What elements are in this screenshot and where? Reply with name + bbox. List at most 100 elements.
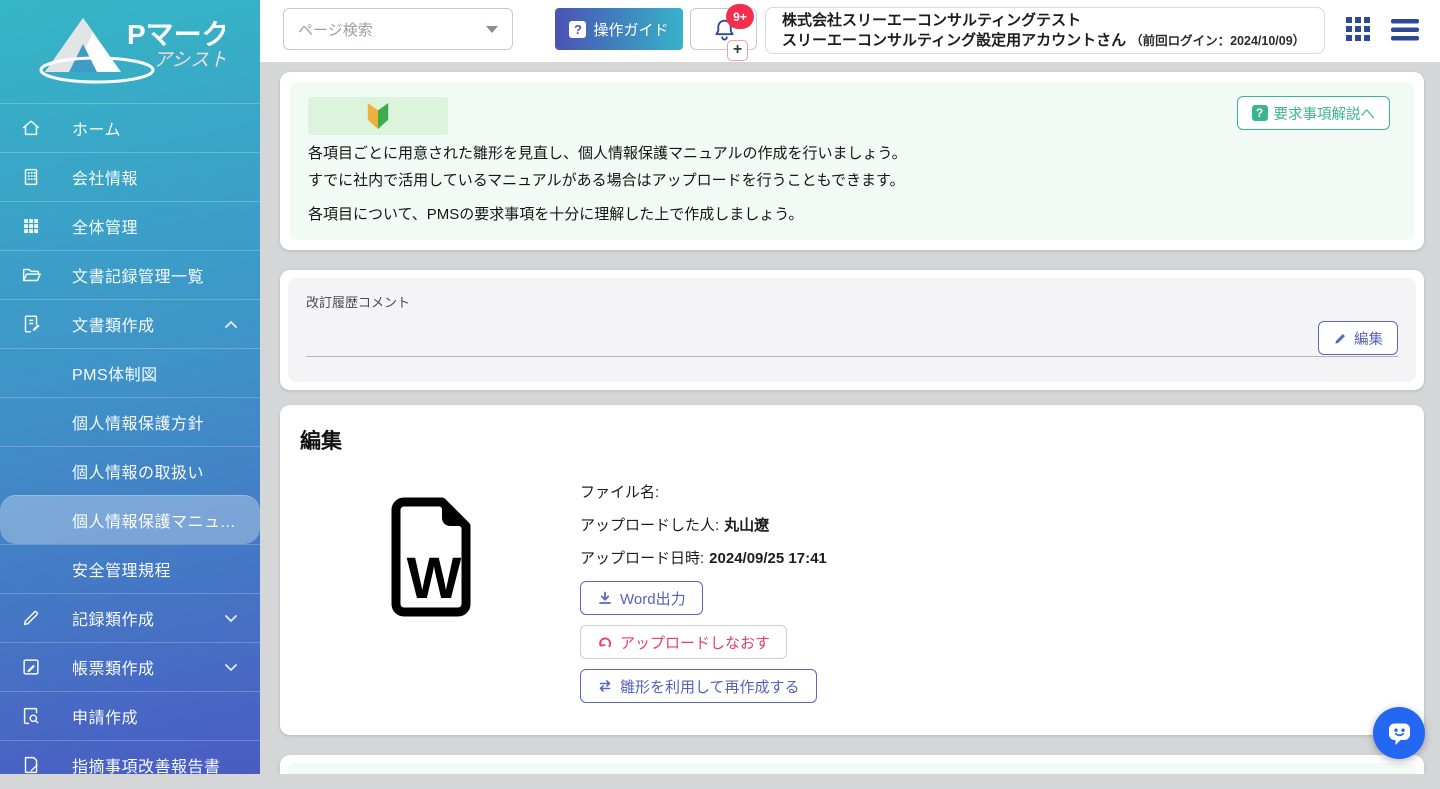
sidebar-item-personal-info-handling[interactable]: 個人情報の取扱い (0, 446, 260, 495)
swap-arrows-icon (597, 678, 613, 694)
sidebar: Pマーク アシスト ホーム 会社情報 全体管理 文書記録管理一覧 (0, 0, 260, 774)
sidebar-item-label: ホーム (72, 116, 121, 140)
requirements-guide-label: 要求事項解説へ (1274, 103, 1376, 124)
sidebar-item-record-creation[interactable]: 記録類作成 (0, 593, 260, 642)
intro-banner: ? 要求事項解説へ 各項目ごとに用意された雛形を見直し、個人情報保護マニュアルの… (290, 82, 1414, 240)
redo-upload-icon (597, 634, 613, 650)
sidebar-item-label: 個人情報の取扱い (72, 459, 204, 483)
chevron-down-icon (224, 663, 238, 672)
sidebar-item-label: 記録類作成 (72, 606, 155, 630)
banner-line-2: すでに社内で活用しているマニュアルがある場合はアップロードを行うこともできます。 (308, 167, 1396, 194)
topbar: ページ検索 ? 操作ガイド 9+ + 株式会社スリーエーコンサルティングテスト … (260, 0, 1440, 62)
uploaded-at-label: アップロード日時: (580, 550, 704, 567)
logo-mountain-icon: Pマーク アシスト (35, 10, 225, 94)
building-icon (20, 166, 42, 188)
recreate-from-template-button[interactable]: 雛形を利用して再作成する (580, 669, 817, 703)
sidebar-item-application-creation[interactable]: 申請作成 (0, 691, 260, 740)
chevron-up-icon (224, 320, 238, 329)
uploaded-at-value: 2024/09/25 17:41 (709, 550, 827, 567)
word-file-icon: W (388, 496, 480, 703)
svg-text:アシスト: アシスト (153, 50, 225, 71)
reupload-label: アップロードしなおす (620, 632, 770, 653)
last-login-text: （前回ログイン：2024/10/09） (1130, 34, 1305, 48)
main-menu-button[interactable] (1391, 18, 1419, 42)
beginner-mark-box (308, 97, 448, 135)
revision-comment-panel: 改訂履歴コメント 編集 (288, 278, 1416, 382)
pencil-icon (20, 607, 42, 629)
account-user-name: スリーエーコンサルティング設定用アカウントさん (782, 32, 1126, 49)
sidebar-item-privacy-manual[interactable]: 個人情報保護マニュ... (0, 495, 260, 544)
requirements-guide-button[interactable]: ? 要求事項解説へ (1237, 96, 1391, 130)
revision-comment-label: 改訂履歴コメント (306, 292, 1398, 311)
next-section-card (280, 755, 1424, 774)
sidebar-nav: ホーム 会社情報 全体管理 文書記録管理一覧 文書類作成 PMS体制図 (0, 103, 260, 789)
operation-guide-label: 操作ガイド (593, 19, 668, 40)
sidebar-item-label: 指摘事項改善報告書 (72, 753, 221, 777)
file-name-label: ファイル名: (580, 484, 659, 501)
question-icon: ? (569, 21, 586, 38)
sidebar-item-safety-management[interactable]: 安全管理規程 (0, 544, 260, 593)
beginner-mark-icon (365, 101, 391, 131)
edit-section-card: 編集 W ファイル名: アップロードした人: 丸山遼 アップロード日時: 2024/… (280, 405, 1424, 735)
svg-text:Pマーク: Pマーク (127, 19, 225, 50)
page-search-select[interactable]: ページ検索 (283, 8, 513, 50)
document-edit-icon (20, 313, 42, 335)
edit-comment-button[interactable]: 編集 (1318, 321, 1398, 355)
sidebar-item-label: 安全管理規程 (72, 557, 171, 581)
revision-comment-value: 編集 (306, 311, 1398, 357)
app-grid-icon (1345, 16, 1371, 42)
account-menu[interactable]: 株式会社スリーエーコンサルティングテスト スリーエーコンサルティング設定用アカウ… (765, 7, 1325, 54)
sidebar-item-label: 文書記録管理一覧 (72, 263, 204, 287)
folder-icon (20, 264, 42, 286)
chevron-down-icon (224, 614, 238, 623)
sidebar-item-privacy-policy[interactable]: 個人情報保護方針 (0, 397, 260, 446)
sidebar-item-company-info[interactable]: 会社情報 (0, 152, 260, 201)
notifications-button[interactable]: 9+ + (690, 8, 757, 50)
main-content: ? 要求事項解説へ 各項目ごとに用意された雛形を見直し、個人情報保護マニュアルの… (260, 62, 1440, 774)
intro-banner-card: ? 要求事項解説へ 各項目ごとに用意された雛形を見直し、個人情報保護マニュアルの… (280, 72, 1424, 250)
edit-comment-label: 編集 (1354, 328, 1383, 349)
sidebar-item-label: 申請作成 (72, 704, 138, 728)
uploaded-by-label: アップロードした人: (580, 517, 719, 534)
chat-smiley-icon (1386, 720, 1413, 747)
banner-line-3: 各項目について、PMSの要求事項を十分に理解した上で作成しましょう。 (308, 201, 1396, 228)
sidebar-item-pms-structure[interactable]: PMS体制図 (0, 348, 260, 397)
grid-icon (20, 215, 42, 237)
sidebar-item-label: 帳票類作成 (72, 655, 155, 679)
sidebar-item-label: 会社情報 (72, 165, 138, 189)
recreate-from-template-label: 雛形を利用して再作成する (620, 676, 800, 697)
next-section-banner (288, 763, 1416, 774)
document-search-icon (20, 705, 42, 727)
edit-section-heading: 編集 (300, 427, 1404, 456)
notification-count-badge: 9+ (726, 4, 754, 29)
sidebar-item-label: 全体管理 (72, 214, 138, 238)
sidebar-item-overall-management[interactable]: 全体管理 (0, 201, 260, 250)
sidebar-item-form-creation[interactable]: 帳票類作成 (0, 642, 260, 691)
sidebar-item-label: 文書類作成 (72, 312, 155, 336)
page-search-placeholder: ページ検索 (298, 19, 486, 40)
sidebar-item-label: 個人情報保護マニュ... (72, 508, 235, 532)
sidebar-item-home[interactable]: ホーム (0, 103, 260, 152)
uploaded-by-value: 丸山遼 (724, 517, 769, 534)
sidebar-item-document-creation[interactable]: 文書類作成 (0, 299, 260, 348)
reupload-button[interactable]: アップロードしなおす (580, 625, 787, 659)
svg-text:W: W (407, 546, 462, 611)
operation-guide-button[interactable]: ? 操作ガイド (555, 8, 683, 50)
notification-plus-icon[interactable]: + (727, 40, 748, 61)
download-icon (597, 590, 613, 606)
banner-line-1: 各項目ごとに用意された雛形を見直し、個人情報保護マニュアルの作成を行いましょう。 (308, 140, 1396, 167)
hamburger-icon (1391, 18, 1419, 42)
home-icon (20, 117, 42, 139)
pmark-assist-logo[interactable]: Pマーク アシスト (0, 0, 260, 103)
sidebar-item-document-record-list[interactable]: 文書記録管理一覧 (0, 250, 260, 299)
chat-support-button[interactable] (1373, 707, 1425, 759)
chevron-down-icon (486, 26, 498, 33)
revision-comment-card: 改訂履歴コメント 編集 (280, 270, 1424, 390)
sidebar-item-label: 個人情報保護方針 (72, 410, 204, 434)
account-company-name: 株式会社スリーエーコンサルティングテスト (782, 11, 1308, 31)
sidebar-item-improvement-report[interactable]: 指摘事項改善報告書 (0, 740, 260, 789)
app-launcher-button[interactable] (1345, 16, 1371, 42)
word-export-button[interactable]: Word出力 (580, 581, 703, 615)
document-report-icon (20, 754, 42, 776)
pencil-icon (1333, 331, 1348, 346)
